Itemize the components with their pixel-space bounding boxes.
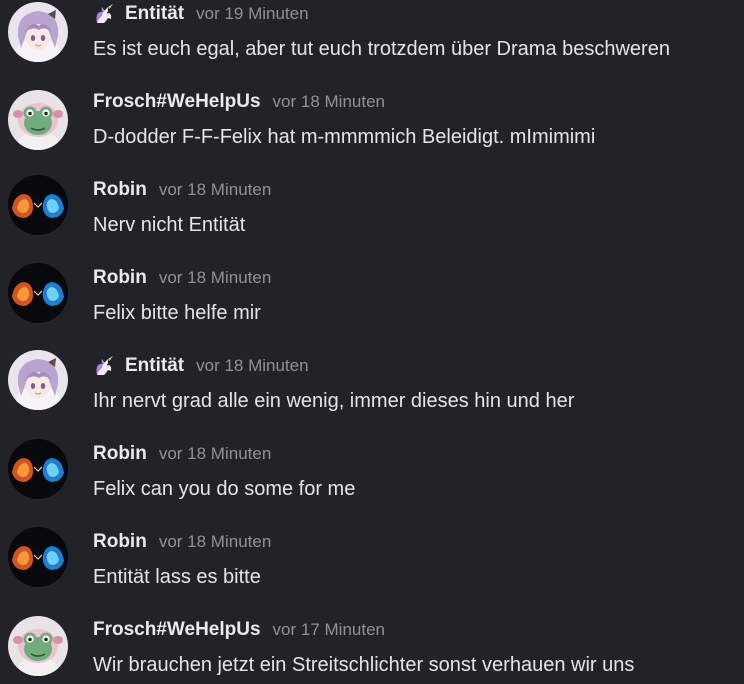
avatar-anime[interactable] xyxy=(8,2,68,62)
avatar-fire-ice[interactable] xyxy=(8,439,68,499)
unicorn-icon xyxy=(93,355,115,377)
username[interactable]: Robin xyxy=(93,267,147,289)
message-header: Frosch#WeHelpUs vor 17 Minuten xyxy=(93,618,385,642)
message-text: D-dodder F-F-Felix hat m-mmmmich Beleidi… xyxy=(93,126,596,148)
message-header: Robin vor 18 Minuten xyxy=(93,530,271,554)
avatar-fire-ice[interactable] xyxy=(8,263,68,323)
username[interactable]: Entität xyxy=(125,3,184,25)
message-header: Entität vor 19 Minuten xyxy=(93,2,309,26)
username[interactable]: Entität xyxy=(125,355,184,377)
timestamp: vor 17 Minuten xyxy=(272,620,385,639)
timestamp: vor 18 Minuten xyxy=(272,92,385,111)
message-text: Wir brauchen jetzt ein Streitschlichter … xyxy=(93,654,635,676)
chat-message: Frosch#WeHelpUs vor 18 Minuten D-dodder … xyxy=(0,88,744,176)
timestamp: vor 18 Minuten xyxy=(158,532,272,551)
chat-message: Entität vor 18 Minuten Ihr nervt grad al… xyxy=(0,350,744,440)
avatar-frog[interactable] xyxy=(8,616,68,676)
unicorn-icon xyxy=(93,3,115,25)
chat-message: Robin vor 18 Minuten Entität lass es bit… xyxy=(0,527,744,616)
chat-message: Robin vor 18 Minuten Felix can you do so… xyxy=(0,439,744,528)
chat-message: Entität vor 19 Minuten Es ist euch egal,… xyxy=(0,0,744,88)
timestamp: vor 19 Minuten xyxy=(196,4,309,23)
avatar-anime[interactable] xyxy=(8,350,68,410)
message-header: Frosch#WeHelpUs vor 18 Minuten xyxy=(93,90,385,114)
message-text: Entität lass es bitte xyxy=(93,566,261,588)
username[interactable]: Robin xyxy=(93,179,147,201)
timestamp: vor 18 Minuten xyxy=(196,356,309,375)
message-header: Entität vor 18 Minuten xyxy=(93,354,309,378)
message-header: Robin vor 18 Minuten xyxy=(93,178,271,202)
chat-message-list: Entität vor 19 Minuten Es ist euch egal,… xyxy=(0,0,744,684)
avatar-fire-ice[interactable] xyxy=(8,527,68,587)
message-text: Es ist euch egal, aber tut euch trotzdem… xyxy=(93,38,670,60)
username[interactable]: Frosch#WeHelpUs xyxy=(93,619,261,641)
username[interactable]: Robin xyxy=(93,531,147,553)
chat-message: Robin vor 18 Minuten Nerv nicht Entität xyxy=(0,175,744,264)
timestamp: vor 18 Minuten xyxy=(158,444,272,463)
avatar-fire-ice[interactable] xyxy=(8,175,68,235)
avatar-frog[interactable] xyxy=(8,90,68,150)
timestamp: vor 18 Minuten xyxy=(158,180,272,199)
message-text: Ihr nervt grad alle ein wenig, immer die… xyxy=(93,390,575,412)
message-text: Felix bitte helfe mir xyxy=(93,302,261,324)
message-header: Robin vor 18 Minuten xyxy=(93,442,271,466)
username[interactable]: Frosch#WeHelpUs xyxy=(93,91,261,113)
username[interactable]: Robin xyxy=(93,443,147,465)
message-text: Felix can you do some for me xyxy=(93,478,356,500)
message-text: Nerv nicht Entität xyxy=(93,214,246,236)
chat-message: Frosch#WeHelpUs vor 17 Minuten Wir brauc… xyxy=(0,616,744,684)
message-header: Robin vor 18 Minuten xyxy=(93,266,271,290)
timestamp: vor 18 Minuten xyxy=(158,268,272,287)
chat-message: Robin vor 18 Minuten Felix bitte helfe m… xyxy=(0,263,744,352)
